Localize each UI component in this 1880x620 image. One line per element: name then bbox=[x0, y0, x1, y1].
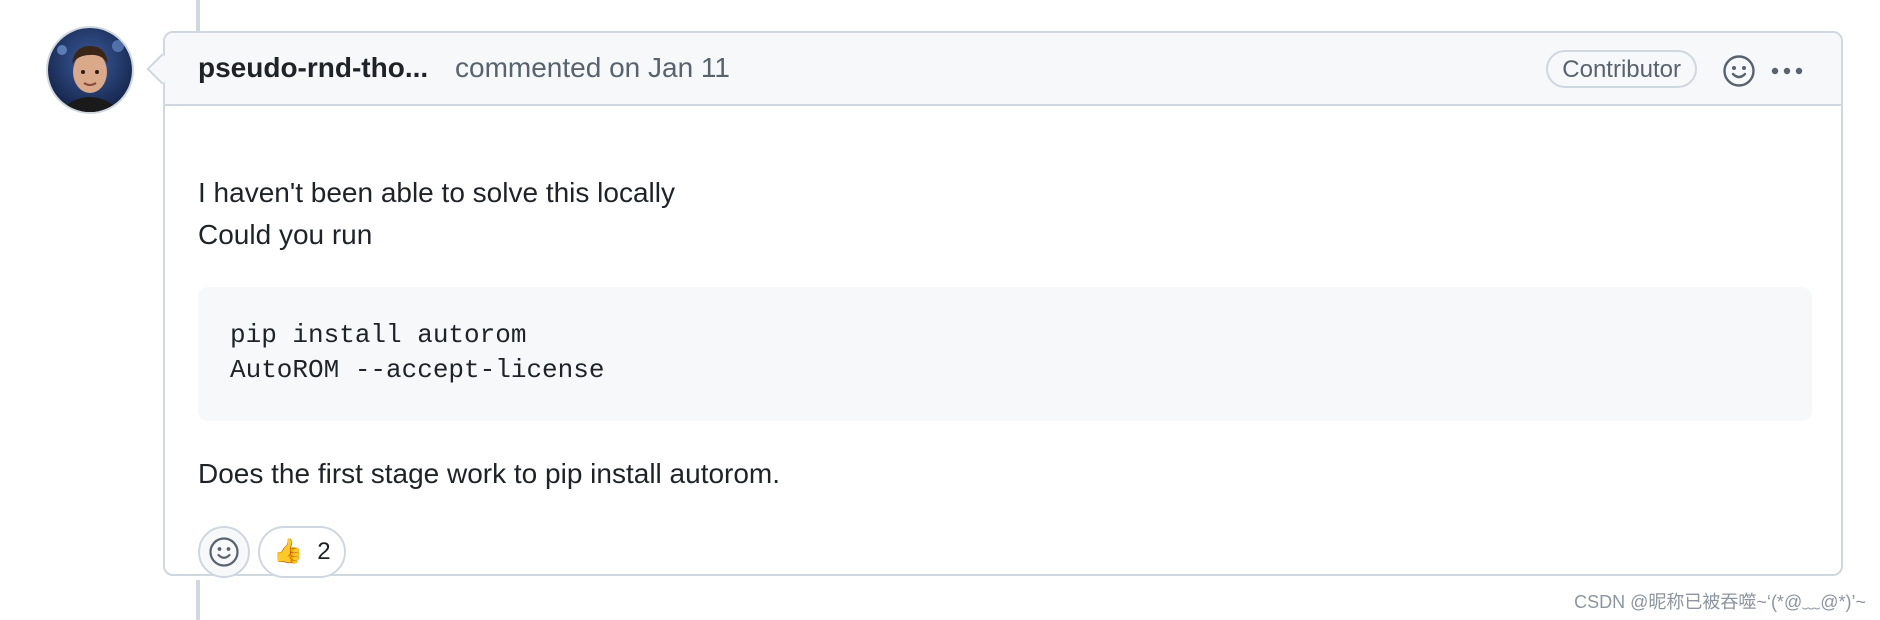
comment-card: pseudo-rnd-tho... commented on Jan 11 Co… bbox=[163, 31, 1843, 578]
smiley-icon[interactable] bbox=[1719, 51, 1759, 91]
code-line: pip install autorom bbox=[230, 320, 527, 350]
code-line: AutoROM --accept-license bbox=[230, 355, 605, 385]
reaction-thumbs-up[interactable]: 👍 2 bbox=[258, 526, 346, 578]
author-link[interactable]: pseudo-rnd-tho... bbox=[198, 52, 428, 84]
add-reaction-button[interactable] bbox=[198, 526, 250, 578]
issue-timeline: pseudo-rnd-tho... commented on Jan 11 Co… bbox=[0, 0, 1880, 620]
watermark: CSDN @昵称已被吞噬~‘(*@﹏@*)’~ bbox=[1574, 592, 1866, 612]
timeline-rail-bottom bbox=[196, 580, 200, 620]
comment-header: pseudo-rnd-tho... commented on Jan 11 Co… bbox=[165, 33, 1841, 106]
body-text-line: I haven't been able to solve this locall… bbox=[198, 177, 675, 208]
comment-timestamp[interactable]: commented on Jan 11 bbox=[455, 52, 730, 84]
avatar-image bbox=[48, 28, 132, 112]
avatar[interactable] bbox=[48, 28, 132, 112]
smiley-icon bbox=[209, 537, 239, 567]
body-text-line: Could you run bbox=[198, 219, 373, 250]
kebab-horizontal-icon[interactable] bbox=[1767, 51, 1807, 91]
reaction-count: 2 bbox=[317, 538, 331, 565]
role-badge: Contributor bbox=[1546, 50, 1697, 88]
timeline-rail-top bbox=[196, 0, 200, 32]
thumbs-up-icon: 👍 bbox=[273, 538, 304, 565]
code-block: pip install autorom AutoROM --accept-lic… bbox=[198, 287, 1812, 421]
body-text-line: Does the first stage work to pip install… bbox=[198, 458, 781, 489]
